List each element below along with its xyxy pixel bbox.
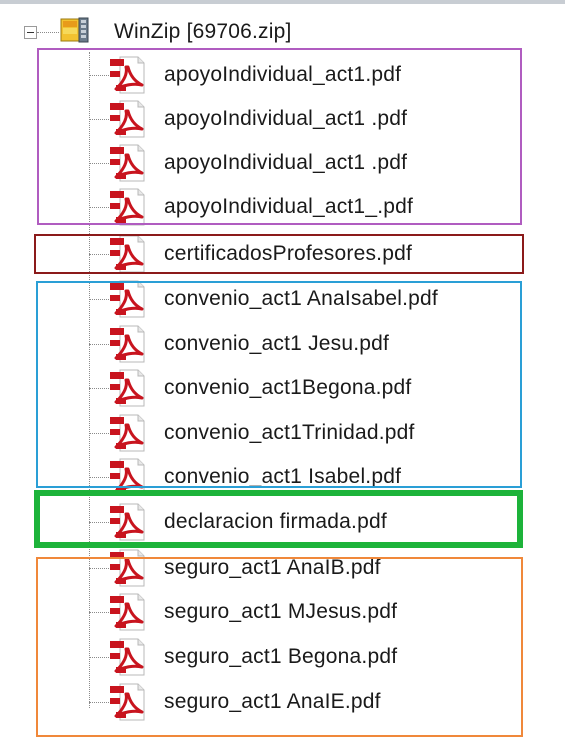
- top-border: [0, 0, 565, 4]
- group-box-declaracion: [34, 490, 523, 548]
- collapse-toggle-icon[interactable]: [24, 26, 37, 39]
- tree-root-label: WinZip [69706.zip]: [114, 20, 292, 43]
- tree-connector-line: [37, 32, 59, 33]
- group-box-convenio: [36, 281, 522, 488]
- group-box-certificados: [34, 234, 524, 274]
- group-box-apoyo: [37, 48, 522, 225]
- winzip-archive-icon: [60, 17, 89, 43]
- group-box-seguro: [36, 557, 523, 737]
